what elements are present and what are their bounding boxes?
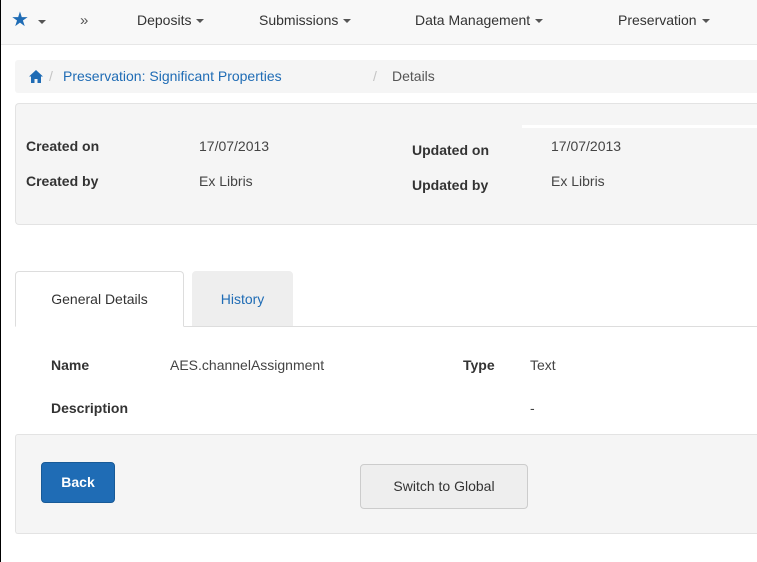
nav-menu-preservation[interactable]: Preservation (618, 0, 710, 40)
tab-general-details[interactable]: General Details (15, 271, 184, 327)
caret-down-icon (37, 20, 46, 25)
breadcrumb-link-significant-properties[interactable]: Preservation: Significant Properties (63, 60, 282, 93)
created-on-label: Created on (26, 138, 100, 154)
home-icon[interactable] (29, 70, 43, 83)
nav-menu-deposits[interactable]: Deposits (137, 0, 205, 40)
caret-down-icon (343, 19, 352, 24)
updated-by-label: Updated by (412, 177, 489, 193)
record-info-panel (15, 103, 757, 225)
top-navbar: ★ » Deposits Submissions Data Management… (1, 0, 757, 45)
caret-down-icon (535, 19, 544, 24)
favorites-menu[interactable]: ★ (11, 0, 46, 40)
created-on-value: 17/07/2013 (199, 138, 270, 154)
nav-menu-submissions[interactable]: Submissions (259, 0, 352, 40)
expand-menu-button[interactable]: » (80, 0, 88, 40)
nav-menu-label: Data Management (415, 12, 531, 28)
name-value: AES.channelAssignment (170, 357, 325, 373)
name-label: Name (51, 357, 90, 373)
description-value: - (530, 400, 535, 416)
switch-to-global-button[interactable]: Switch to Global (360, 464, 528, 509)
updated-on-label: Updated on (412, 142, 489, 158)
tab-history[interactable]: History (192, 271, 293, 326)
back-button[interactable]: Back (41, 462, 115, 503)
nav-menu-data-management[interactable]: Data Management (415, 0, 544, 40)
description-label: Description (51, 400, 129, 416)
panel-divider (522, 125, 757, 128)
breadcrumb-separator: / (49, 68, 53, 84)
nav-menu-label: Deposits (137, 12, 192, 28)
nav-menu-label: Submissions (259, 12, 339, 28)
created-by-label: Created by (26, 173, 99, 189)
type-label: Type (463, 357, 495, 373)
nav-menu-label: Preservation (618, 12, 697, 28)
window-edge (0, 0, 1, 562)
double-chevron-icon: » (80, 12, 89, 29)
caret-down-icon (701, 19, 710, 24)
type-value: Text (530, 357, 556, 373)
updated-on-value: 17/07/2013 (551, 138, 622, 154)
created-by-value: Ex Libris (199, 173, 253, 189)
caret-down-icon (196, 19, 205, 24)
updated-by-value: Ex Libris (551, 173, 605, 189)
star-icon: ★ (11, 9, 29, 31)
breadcrumb-separator: / (373, 68, 377, 84)
breadcrumb: / Preservation: Significant Properties /… (15, 60, 757, 93)
breadcrumb-current: Details (392, 68, 435, 84)
